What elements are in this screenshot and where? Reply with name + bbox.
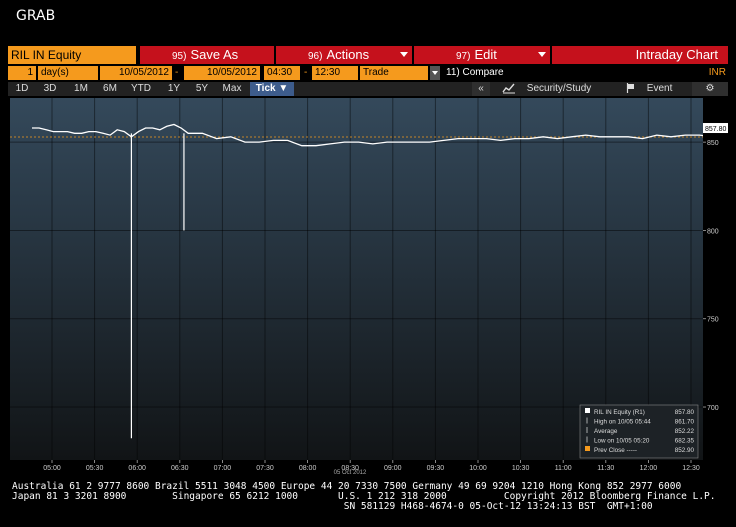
x-axis-date-label: 05 Oct 2012 — [334, 470, 367, 476]
legend-swatch — [585, 446, 590, 451]
command-bar: RIL IN Equity 95) Save As 96) Actions 97) E… — [8, 46, 728, 64]
x-tick-label: 07:00 — [214, 465, 232, 472]
x-tick-label: 09:30 — [427, 465, 445, 472]
intraday-chart[interactable]: 05:00 05:30 06:00 06:30 07:00 07:30 08:00 08:30… — [10, 98, 736, 476]
currency-label: INR — [708, 67, 726, 78]
x-tick-label: 06:00 — [128, 465, 146, 472]
period-1m[interactable]: 1M — [68, 82, 94, 96]
window-title: GRAB — [16, 8, 56, 24]
chevron-down-icon — [400, 52, 408, 57]
collapse-button[interactable]: « — [472, 82, 490, 96]
x-tick-label: 12:30 — [682, 465, 700, 472]
time-separator: - — [304, 67, 308, 78]
end-time-field[interactable]: 12:30 — [312, 66, 358, 80]
period-1d[interactable]: 1D — [10, 82, 34, 96]
security-study-button[interactable]: Security/Study — [502, 82, 612, 96]
period-max[interactable]: Max — [218, 82, 246, 96]
legend-value: 852.22 — [675, 428, 695, 435]
period-6m[interactable]: 6M — [98, 82, 122, 96]
actions-number: 96) — [308, 51, 323, 62]
x-tick-label: 10:30 — [512, 465, 530, 472]
chart-legend: RIL IN Equity (R1) 857.80 High on 10/05 05… — [579, 404, 699, 459]
save-as-number: 95) — [172, 51, 187, 62]
edit-number: 97) — [456, 51, 471, 62]
period-5y[interactable]: 5Y — [190, 82, 214, 96]
save-as-button[interactable]: 95) Save As — [140, 46, 274, 64]
x-tick-label: 05:30 — [86, 465, 104, 472]
study-chart-icon — [502, 83, 515, 94]
start-date-field[interactable]: 10/05/2012 — [100, 66, 172, 80]
footer-contacts: Australia 61 2 9777 8600 Brazil 5511 304… — [12, 482, 728, 512]
legend-label: Average — [594, 428, 618, 435]
parameter-bar: 1 day(s) 10/05/2012 - 10/05/2012 04:30 -… — [8, 66, 728, 80]
period-ytd[interactable]: YTD — [126, 82, 156, 96]
legend-value: 682.35 — [675, 438, 695, 445]
edit-label: Edit — [474, 47, 497, 62]
y-axis-area — [703, 98, 728, 476]
interval-unit-field[interactable]: day(s) — [38, 66, 98, 80]
x-tick-label: 12:00 — [640, 465, 658, 472]
chevron-down-icon — [538, 52, 546, 57]
legend-label: Low on 10/05 05:20 — [594, 438, 650, 445]
legend-label: RIL IN Equity (R1) — [594, 409, 645, 416]
last-price-label: 857.80 — [705, 126, 727, 133]
y-tick-label: 850 — [707, 140, 719, 147]
y-tick-label: 800 — [707, 228, 719, 235]
x-tick-label: 10:00 — [469, 465, 487, 472]
y-tick-label: 750 — [707, 317, 719, 324]
event-type-dropdown[interactable] — [430, 66, 440, 80]
start-time-field[interactable]: 04:30 — [264, 66, 300, 80]
x-tick-label: 09:00 — [384, 465, 402, 472]
y-tick-label: 700 — [707, 405, 719, 412]
security-study-label: Security/Study — [526, 83, 592, 94]
x-tick-label: 06:30 — [171, 465, 189, 472]
chart-svg: 05:00 05:30 06:00 06:30 07:00 07:30 08:00 08:30… — [10, 98, 736, 476]
x-tick-label: 07:30 — [256, 465, 274, 472]
period-bar: 1D 3D 1M 6M YTD 1Y 5Y Max Tick ▼ « Secur… — [8, 82, 728, 96]
x-tick-label: 05:00 — [43, 465, 61, 472]
compare-link[interactable]: 11) Compare — [446, 66, 504, 80]
event-flag-icon — [626, 83, 634, 94]
period-tick[interactable]: Tick ▼ — [250, 82, 294, 96]
event-label: Event — [646, 83, 673, 94]
footer-line-3: SN 581129 H468-4674-0 05-Oct-12 13:24:13… — [12, 501, 653, 512]
settings-gear-icon[interactable]: ⚙ — [692, 82, 728, 96]
edit-button[interactable]: 97) Edit — [414, 46, 550, 64]
actions-label: Actions — [326, 47, 370, 62]
legend-label: High on 10/05 05:44 — [594, 419, 651, 426]
actions-button[interactable]: 96) Actions — [276, 46, 412, 64]
event-type-field[interactable]: Trade — [360, 66, 428, 80]
date-separator: - — [175, 67, 179, 78]
end-date-field[interactable]: 10/05/2012 — [184, 66, 260, 80]
legend-value: 861.70 — [675, 419, 695, 426]
legend-label: Prev Close ----- — [594, 447, 637, 454]
ticker-field[interactable]: RIL IN Equity — [8, 46, 136, 64]
interval-value-field[interactable]: 1 — [8, 66, 36, 80]
event-button[interactable]: Event — [626, 82, 686, 96]
x-tick-label: 08:00 — [299, 465, 317, 472]
chart-type-title: Intraday Chart — [552, 46, 728, 64]
legend-value: 852.90 — [675, 447, 695, 454]
period-3d[interactable]: 3D — [38, 82, 62, 96]
x-tick-label: 11:00 — [555, 465, 572, 472]
period-1y[interactable]: 1Y — [162, 82, 186, 96]
x-tick-label: 11:30 — [597, 465, 614, 472]
save-as-label: Save As — [190, 47, 239, 62]
legend-swatch — [585, 408, 590, 413]
legend-value: 857.80 — [675, 409, 695, 416]
